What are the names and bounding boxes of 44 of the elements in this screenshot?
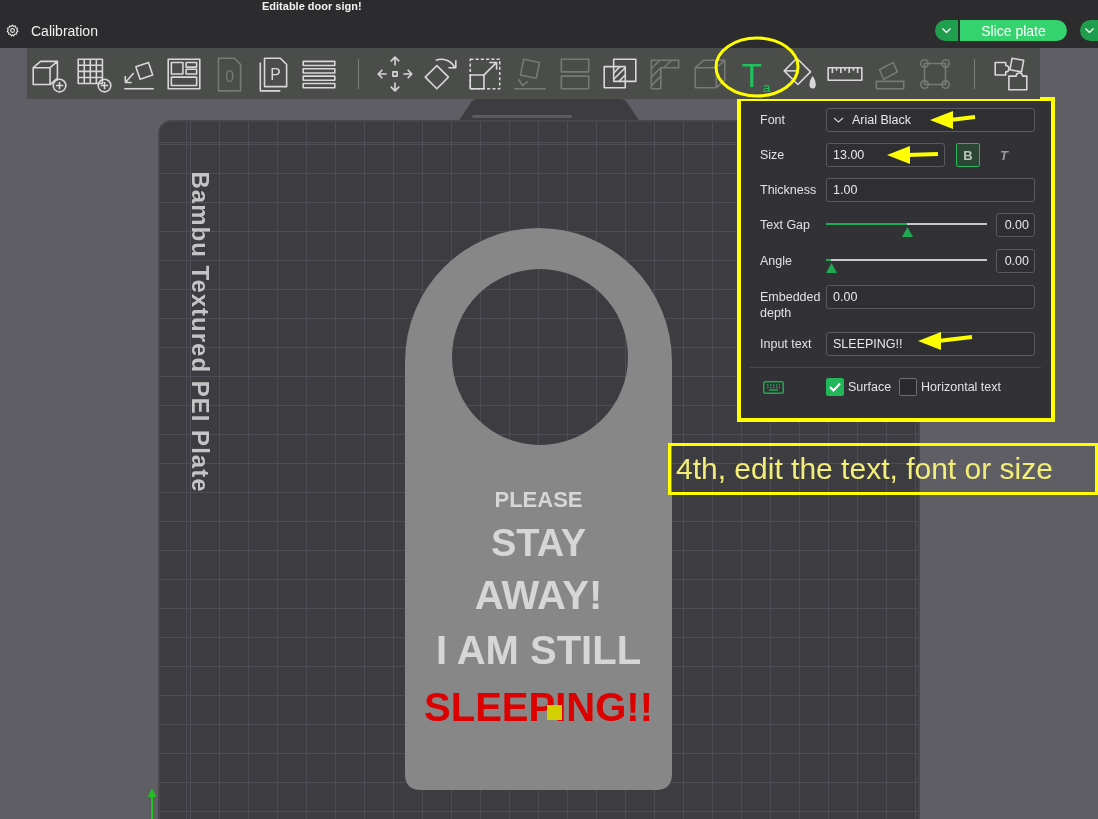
field-label: Thickness: [760, 182, 818, 198]
slider-thumb-icon[interactable]: [901, 227, 913, 237]
gear-icon[interactable]: [6, 24, 19, 37]
field-label: Text Gap: [760, 217, 812, 233]
checkbox[interactable]: [826, 378, 844, 396]
model-text: I AM STILL: [435, 628, 642, 672]
input-field[interactable]: SLEEPING!!: [826, 332, 1035, 356]
model-text: PLEASE: [494, 488, 583, 513]
dropdown-button[interactable]: [1080, 20, 1098, 41]
window-title: Editable door sign!: [262, 0, 362, 12]
field-label: Input text: [760, 336, 813, 352]
plate-label: Bambu Textured PEI Plate: [186, 170, 214, 495]
pointer-arrow: [887, 146, 939, 164]
pointer-arrow: [930, 111, 976, 129]
italic-toggle[interactable]: T: [992, 143, 1016, 167]
field-label: Embedded depth: [760, 289, 822, 321]
keyboard-icon[interactable]: [763, 380, 784, 394]
value-field[interactable]: 0.00: [996, 249, 1035, 273]
input-field[interactable]: 1.00: [826, 178, 1035, 202]
annotation-callout: 4th, edit the text, font or size: [668, 443, 1098, 495]
dropdown-button[interactable]: [935, 20, 958, 41]
chevron-down-icon: [833, 117, 844, 123]
checkbox[interactable]: [899, 378, 918, 396]
field-label: Size: [760, 147, 786, 163]
model-text: STAY: [490, 523, 586, 565]
model-text: SLEEPING!!: [424, 685, 653, 729]
value-field[interactable]: 0.00: [996, 213, 1035, 237]
input-field[interactable]: 0.00: [826, 285, 1035, 309]
pointer-arrow: [918, 332, 973, 350]
bold-toggle[interactable]: B: [956, 143, 980, 167]
option-label: Horizontal text: [921, 380, 1001, 394]
font-dropdown[interactable]: Arial Black: [826, 108, 1035, 132]
check-icon: [829, 382, 841, 392]
option-label: Surface: [848, 380, 892, 394]
slider-track[interactable]: [826, 259, 987, 274]
chevron-down-icon: [1084, 28, 1094, 33]
field-label: Font: [760, 112, 786, 128]
slider-thumb-icon[interactable]: [825, 263, 837, 273]
chevron-down-icon: [942, 28, 951, 33]
tab-label[interactable]: Calibration: [31, 22, 98, 39]
axis-arrow: [147, 788, 157, 819]
slider-track[interactable]: [826, 223, 987, 238]
model-text: AWAY!: [474, 573, 603, 617]
field-label: Angle: [760, 253, 793, 269]
